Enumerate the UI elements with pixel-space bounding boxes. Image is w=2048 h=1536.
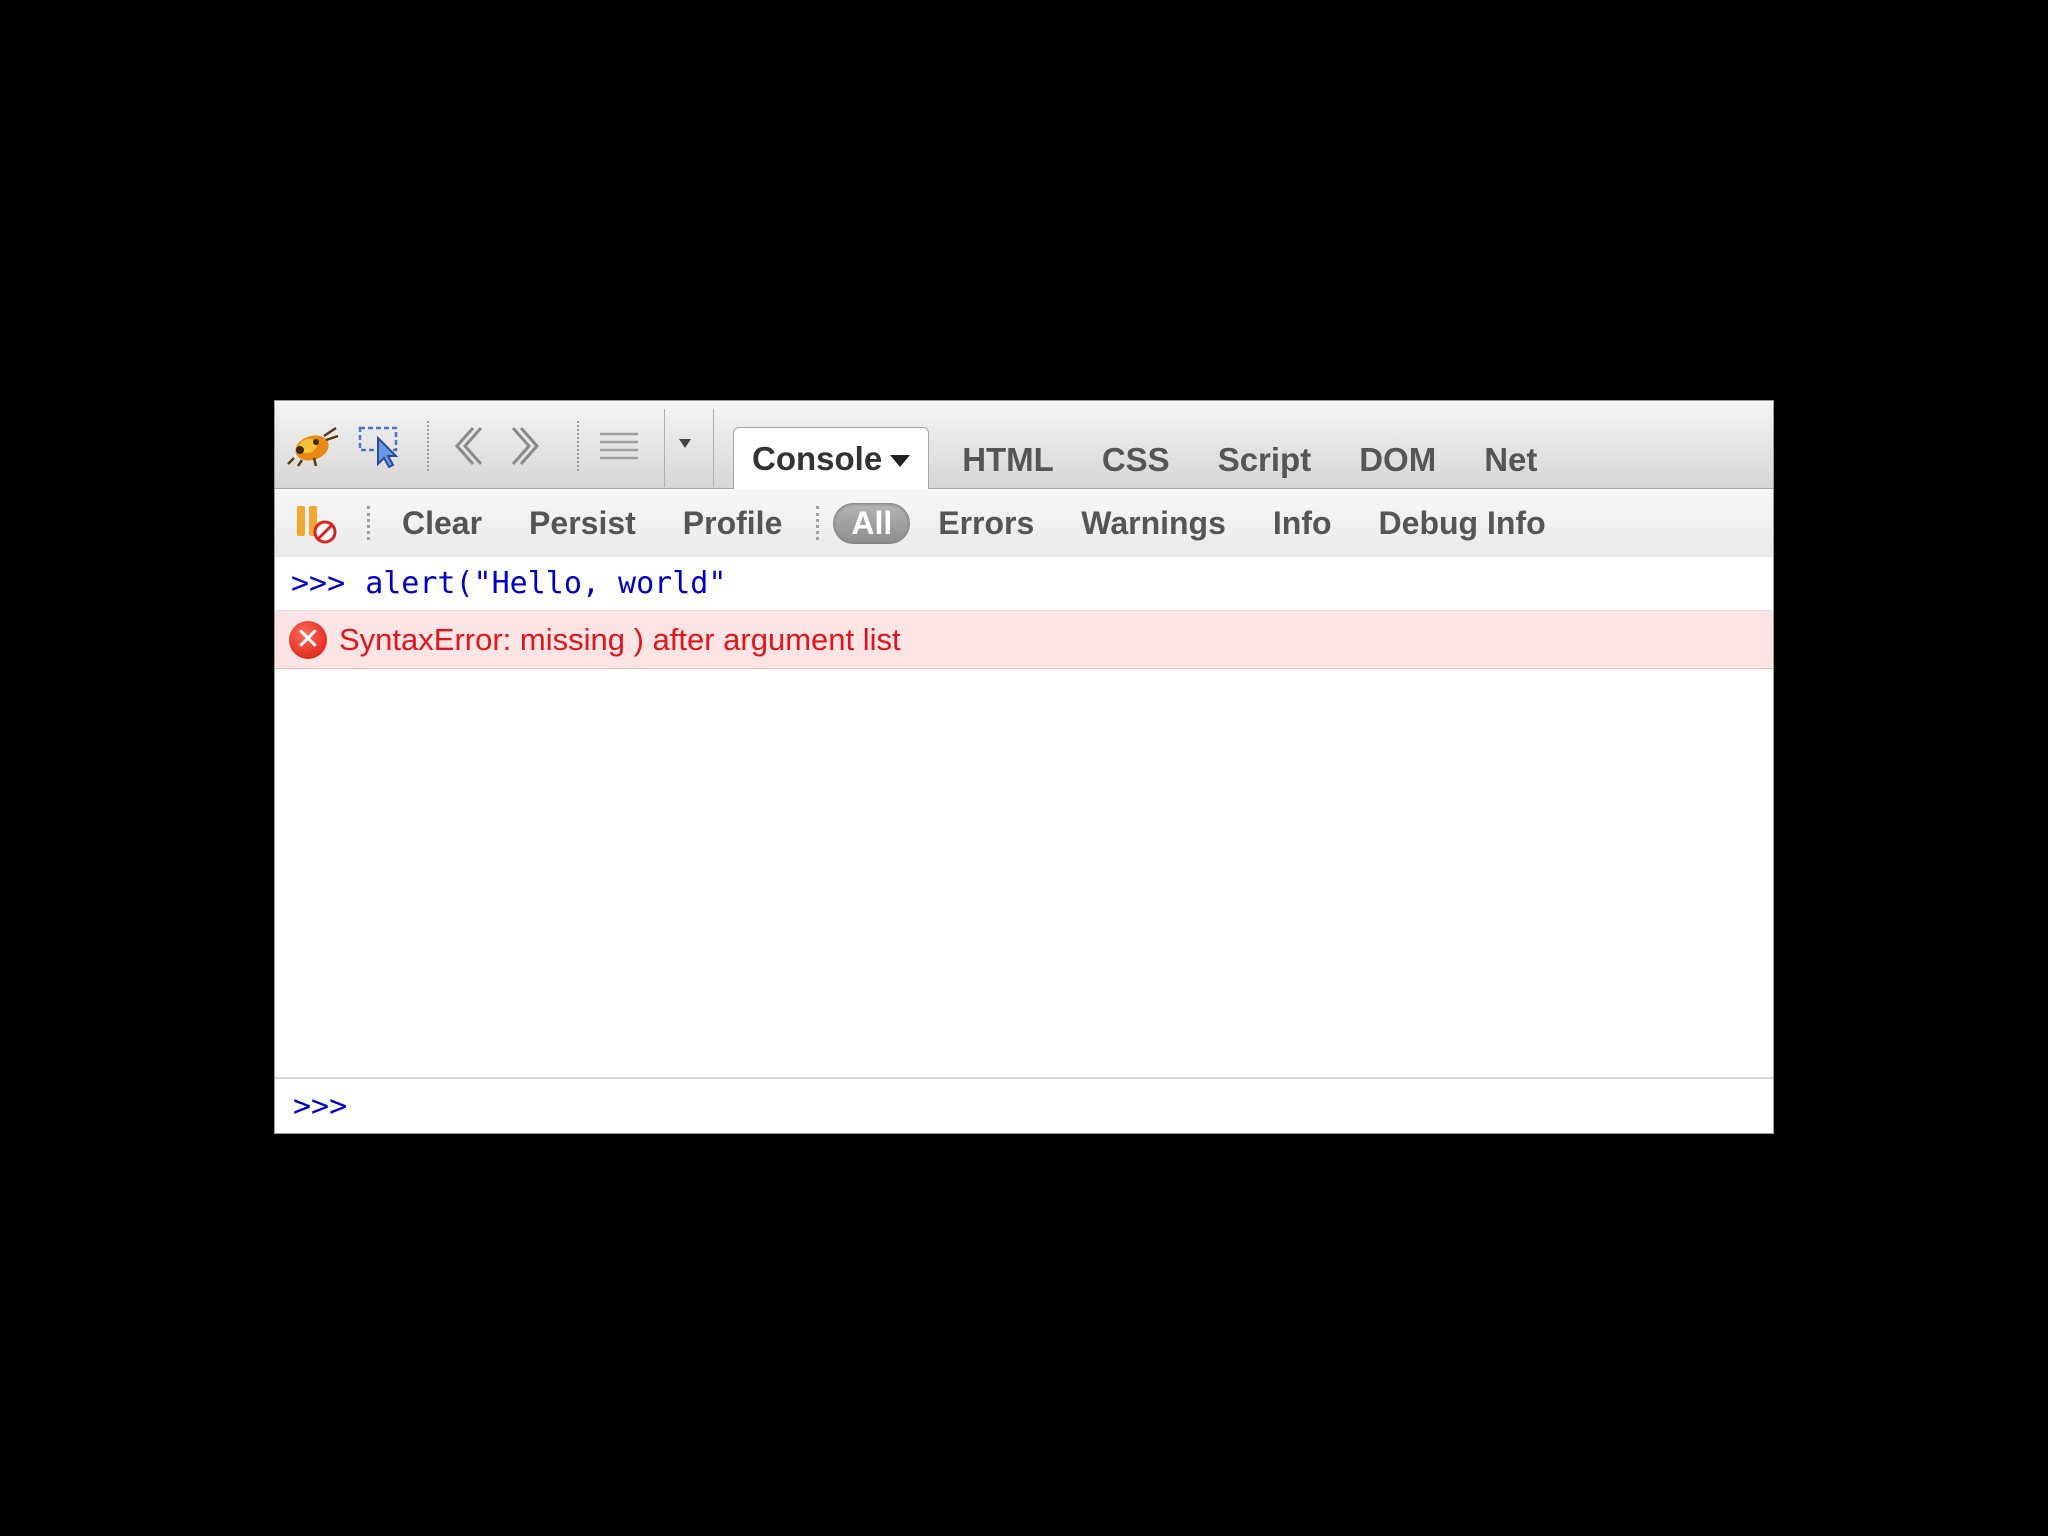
filter-warnings-button[interactable]: Warnings (1081, 505, 1226, 542)
tab-script[interactable]: Script (1201, 431, 1329, 489)
persist-button[interactable]: Persist (529, 505, 636, 542)
filter-info-button[interactable]: Info (1273, 505, 1332, 542)
toolbar-separator (427, 421, 429, 471)
filter-errors-button[interactable]: Errors (938, 505, 1034, 542)
firebug-bug-icon[interactable] (285, 423, 341, 469)
log-prompt: >>> (291, 566, 346, 601)
toolbar-separator (577, 421, 579, 471)
tab-console-label: Console (752, 439, 883, 477)
log-error-text[interactable]: SyntaxError: missing ) after argument li… (339, 622, 901, 658)
tab-css[interactable]: CSS (1085, 431, 1187, 489)
log-command-text[interactable]: alert("Hello, world" (365, 566, 726, 601)
chevron-right-icon[interactable] (507, 423, 547, 469)
command-input[interactable] (361, 1087, 1666, 1125)
main-toolbar: Console HTML CSS Script DOM Net (275, 401, 1773, 489)
toolbar-divider (664, 409, 665, 487)
list-menu-icon[interactable] (597, 423, 641, 469)
console-log: >>> alert("Hello, world" ✕ SyntaxError: … (275, 557, 1773, 1077)
command-line: >>> (275, 1077, 1773, 1133)
filter-debug-info-button[interactable]: Debug Info (1379, 505, 1546, 542)
toolbar-separator (816, 506, 820, 540)
panel-tabs: Console HTML CSS Script DOM Net (733, 427, 1568, 489)
inspect-pointer-icon[interactable] (357, 423, 405, 469)
log-error-row: ✕ SyntaxError: missing ) after argument … (275, 611, 1773, 669)
tab-net[interactable]: Net (1467, 431, 1554, 489)
chevron-left-icon[interactable] (447, 423, 487, 469)
clear-button[interactable]: Clear (402, 505, 482, 542)
menu-dropdown-icon[interactable] (679, 439, 691, 448)
filter-all-button[interactable]: All (833, 502, 911, 544)
firebug-panel: Console HTML CSS Script DOM Net Clear Pe… (274, 400, 1774, 1134)
profile-button[interactable]: Profile (683, 505, 783, 542)
log-command-row: >>> alert("Hello, world" (275, 557, 1773, 611)
command-prompt: >>> (293, 1088, 348, 1124)
toolbar-separator (367, 506, 370, 540)
tab-html[interactable]: HTML (945, 431, 1071, 489)
toolbar-divider (713, 409, 714, 487)
tab-dom[interactable]: DOM (1342, 431, 1453, 489)
tab-console[interactable]: Console (733, 427, 930, 489)
error-icon: ✕ (289, 620, 327, 659)
chevron-down-icon (890, 454, 911, 467)
console-toolbar: Clear Persist Profile All Errors Warning… (275, 489, 1773, 557)
log-empty-area (275, 669, 1773, 1077)
break-on-errors-icon[interactable] (295, 502, 339, 544)
